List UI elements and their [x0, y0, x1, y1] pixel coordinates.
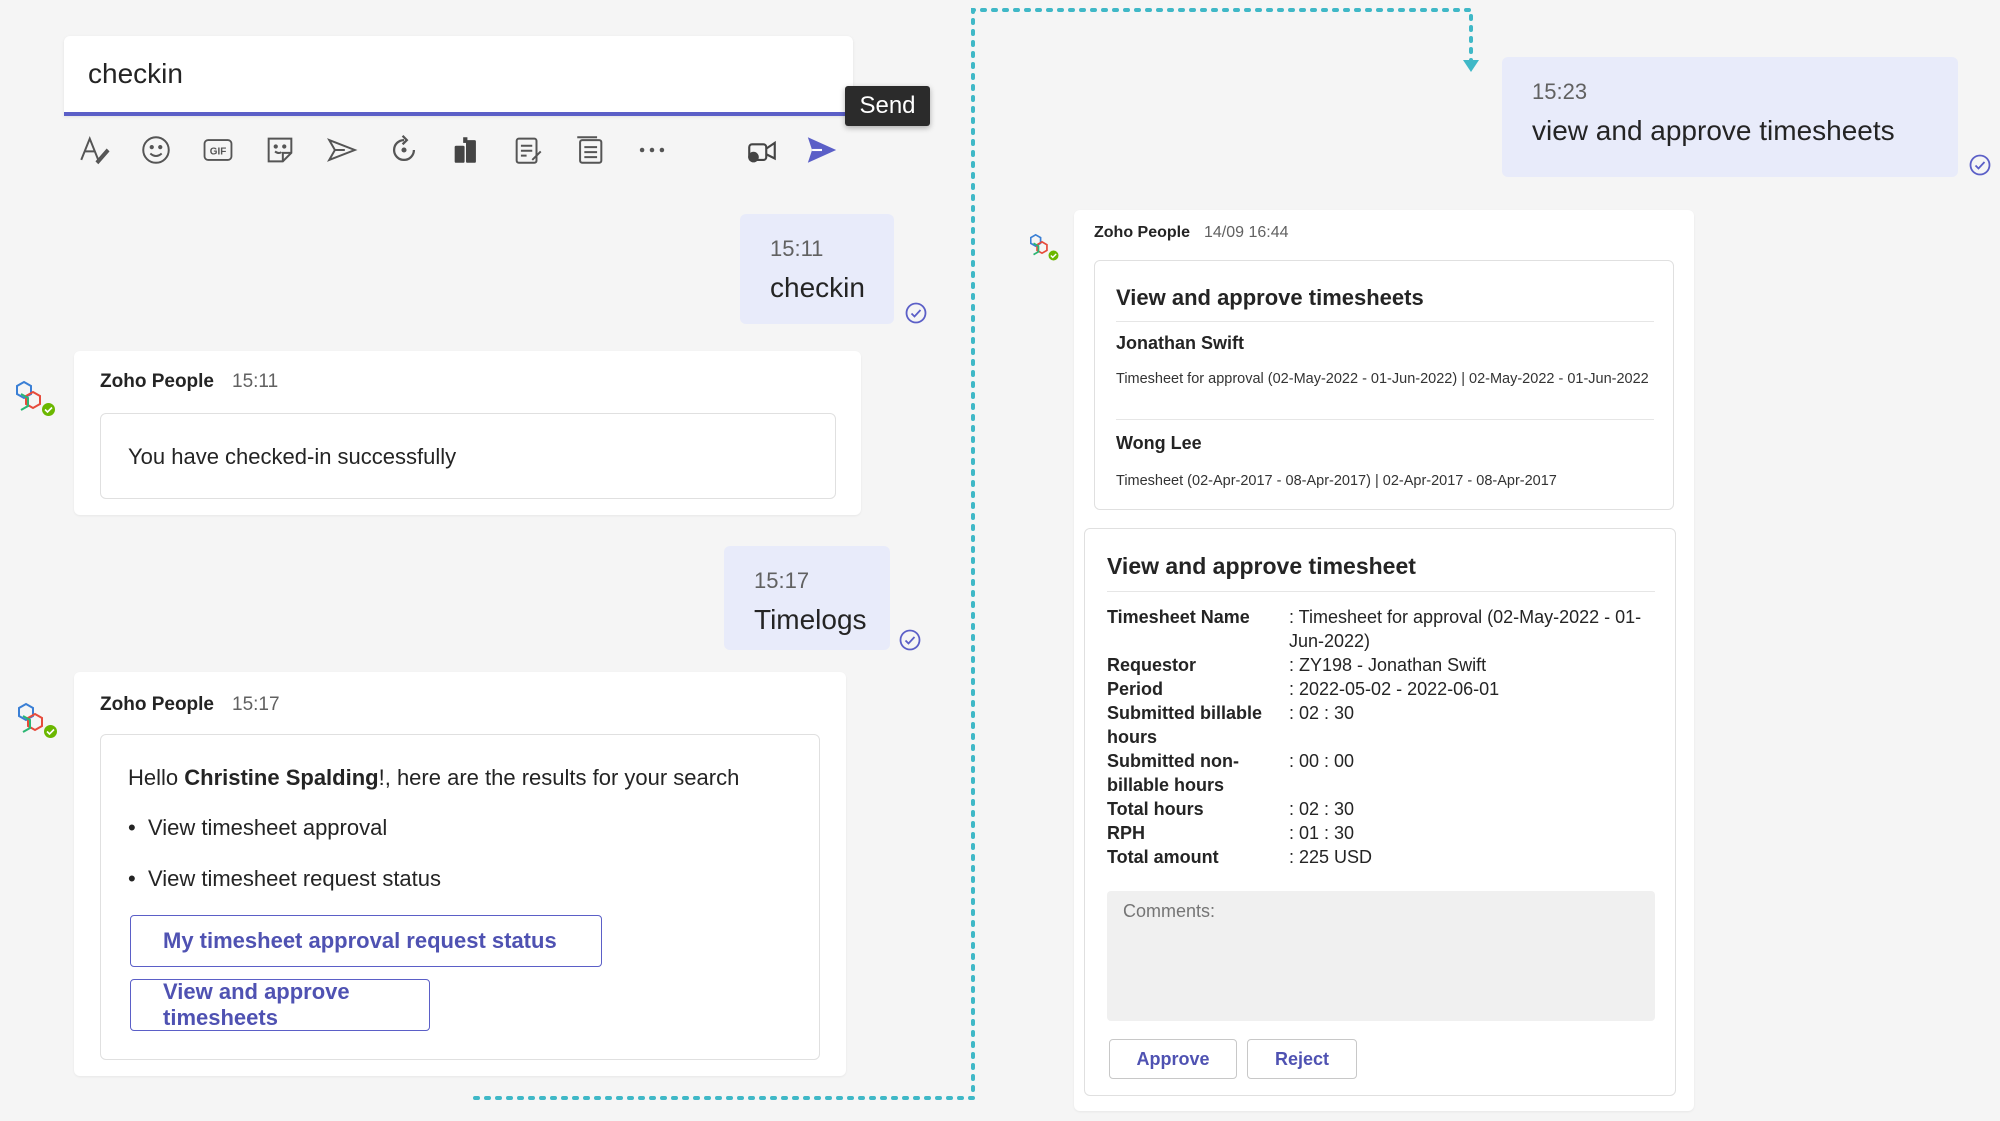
message-time: 15:17	[232, 694, 280, 715]
field-value: : 00 : 00	[1289, 751, 1355, 771]
field-value: : 02 : 30	[1289, 799, 1355, 819]
message-time: 15:11	[770, 236, 824, 261]
timesheet-item-detail: Timesheet (02-Apr-2017 - 08-Apr-2017) | …	[1116, 473, 1557, 489]
compose-input[interactable]: checkin	[64, 36, 853, 116]
list-item: • View timesheet approval	[128, 815, 388, 840]
field-row: Requestor : ZY198 - Jonathan Swift	[1107, 653, 1657, 677]
my-message: 15:11 checkin	[740, 214, 894, 324]
sender-name: Zoho People 15:11	[100, 371, 278, 393]
sender-label: Zoho People	[100, 371, 214, 392]
greeting-suffix: !, here are the results for your search	[378, 765, 740, 790]
field-value: : 02 : 30	[1289, 703, 1355, 723]
read-receipt-icon	[899, 629, 921, 651]
online-status-icon	[40, 401, 57, 418]
online-status-icon	[1047, 249, 1060, 262]
reject-button[interactable]: Reject	[1247, 1039, 1357, 1079]
detail-title: View and approve timesheet	[1107, 553, 1416, 579]
timesheet-detail-card: View and approve timesheet Timesheet Nam…	[1084, 528, 1676, 1096]
read-receipt-icon	[905, 302, 927, 324]
greeting-text: Hello Christine Spalding!, here are the …	[128, 765, 739, 791]
bot-message-card: Zoho People 15:11 You have checked-in suc…	[74, 351, 861, 515]
message-time: 15:11	[232, 371, 279, 392]
timesheet-item-detail: Timesheet for approval (02-May-2022 - 01…	[1116, 371, 1649, 387]
field-value: : Timesheet for approval (02-May-2022 - …	[1289, 607, 1642, 651]
field-value: : 225 USD	[1289, 847, 1373, 867]
emoji-icon[interactable]	[136, 130, 176, 170]
approval-status-button[interactable]: My timesheet approval request status	[130, 915, 602, 967]
loop-icon[interactable]	[322, 130, 362, 170]
divider	[1107, 591, 1655, 592]
approve-button[interactable]: Approve	[1109, 1039, 1237, 1079]
timesheet-item-name[interactable]: Wong Lee	[1116, 433, 1202, 454]
online-status-icon	[42, 723, 59, 740]
timesheet-list-card: View and approve timesheets Jonathan Swi…	[1094, 260, 1674, 510]
field-row: RPH : 01 : 30	[1107, 821, 1657, 845]
sender-label: Zoho People	[1094, 224, 1190, 241]
list-item: • View timesheet request status	[128, 866, 442, 891]
praise-icon[interactable]	[446, 130, 486, 170]
my-message: 15:17 Timelogs	[724, 546, 890, 650]
message-time: 15:17	[754, 568, 810, 593]
greeting-prefix: Hello	[128, 765, 185, 790]
field-label: Period	[1107, 679, 1164, 699]
timesheet-item-name[interactable]: Jonathan Swift	[1116, 333, 1244, 354]
read-receipt-icon	[1969, 154, 1991, 176]
field-value: : ZY198 - Jonathan Swift	[1289, 655, 1487, 675]
field-label: Timesheet Name	[1107, 607, 1250, 627]
field-label: Total hours	[1107, 799, 1204, 819]
refresh-icon[interactable]	[384, 130, 424, 170]
svg-text:GIF: GIF	[210, 147, 227, 158]
list-title: View and approve timesheets	[1116, 285, 1424, 310]
meet-now-icon[interactable]	[742, 130, 782, 170]
my-message: 15:23 view and approve timesheets	[1502, 57, 1958, 177]
message-time: 14/09 16:44	[1204, 224, 1289, 241]
field-value: : 2022-05-02 - 2022-06-01	[1289, 679, 1500, 699]
divider	[1116, 321, 1654, 322]
message-text: Timelogs	[754, 604, 867, 635]
field-label: Submitted billable hours	[1107, 703, 1263, 747]
field-label: Total amount	[1107, 847, 1219, 867]
field-row: Timesheet Name : Timesheet for approval (…	[1107, 605, 1657, 653]
view-approve-timesheets-button[interactable]: View and approve timesheets	[130, 979, 430, 1031]
field-value: : 01 : 30	[1289, 823, 1355, 843]
field-row: Submitted billable hours : 02 : 30	[1107, 701, 1657, 749]
adaptive-card: Hello Christine Spalding!, here are the …	[100, 734, 820, 1060]
gif-icon[interactable]: GIF	[198, 130, 238, 170]
message-time: 15:23	[1532, 79, 1588, 104]
comments-input[interactable]	[1107, 891, 1655, 1021]
format-icon[interactable]	[74, 130, 114, 170]
bot-message-card: Zoho People 15:17 Hello Christine Spaldin…	[74, 672, 846, 1076]
bullet-text: View timesheet request status	[147, 866, 442, 891]
sender-label: Zoho People	[100, 694, 214, 715]
field-row: Total hours : 02 : 30	[1107, 797, 1657, 821]
user-name: Christine Spalding	[184, 765, 379, 790]
field-row: Period : 2022-05-02 - 2022-06-01	[1107, 677, 1657, 701]
bot-message-card: Zoho People 14/09 16:44 View and approve …	[1074, 210, 1694, 1111]
card-text: You have checked-in successfully	[128, 444, 457, 469]
message-text: view and approve timesheets	[1532, 115, 1895, 146]
notes-icon[interactable]	[508, 130, 548, 170]
sender-name: Zoho People 15:17	[100, 694, 280, 716]
field-label: Requestor	[1107, 655, 1197, 675]
divider	[1116, 419, 1654, 420]
tasks-icon[interactable]	[570, 130, 610, 170]
sticker-icon[interactable]	[260, 130, 300, 170]
sender-name: Zoho People 14/09 16:44	[1094, 224, 1289, 242]
adaptive-card: You have checked-in successfully	[100, 413, 836, 499]
compose-toolbar: GIF	[74, 130, 854, 170]
bullet-text: View timesheet approval	[147, 815, 388, 840]
field-label: RPH	[1107, 823, 1146, 843]
field-list: Timesheet Name : Timesheet for approval (…	[1107, 605, 1657, 869]
field-row: Submitted non-billable hours : 00 : 00	[1107, 749, 1657, 797]
more-icon[interactable]	[632, 130, 672, 170]
field-row: Total amount : 225 USD	[1107, 845, 1657, 869]
send-icon[interactable]	[802, 130, 842, 170]
message-text: checkin	[770, 272, 865, 303]
send-tooltip: Send	[845, 86, 930, 126]
field-label: Submitted non-billable hours	[1107, 751, 1239, 795]
